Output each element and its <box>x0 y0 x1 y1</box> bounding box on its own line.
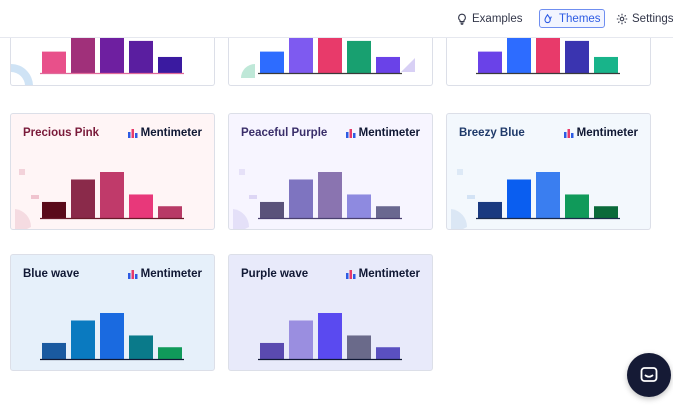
chart-bar <box>318 38 342 74</box>
chart-bar <box>158 347 182 359</box>
theme-card-purple-wave[interactable]: Purple wave Mentimeter <box>228 254 433 371</box>
chart-bar <box>289 38 313 74</box>
decorative-shape <box>11 64 33 85</box>
chart-bar <box>71 179 95 218</box>
theme-preview-chart <box>258 313 402 361</box>
chart-bar <box>42 342 66 359</box>
theme-card-precious-pink[interactable]: Precious Pink Mentimeter <box>10 113 215 230</box>
chart-bar <box>536 38 560 73</box>
chat-icon <box>640 367 658 382</box>
nav-examples-label: Examples <box>472 12 523 25</box>
chart-bar <box>347 40 371 73</box>
chart-bar <box>100 313 124 359</box>
chart-bar <box>376 347 400 359</box>
chart-bar <box>347 335 371 359</box>
theme-card-breezy-blue[interactable]: Breezy Blue Mentimeter <box>446 113 651 230</box>
chart-bar <box>42 51 66 73</box>
decorative-shape <box>451 169 475 229</box>
chart-bar <box>536 172 560 218</box>
theme-card[interactable] <box>446 38 651 86</box>
nav-settings-label: Settings <box>632 12 673 25</box>
drop-icon <box>544 13 552 23</box>
top-navigation: Examples Themes Settings <box>0 0 673 38</box>
chart-bar <box>129 194 153 218</box>
chart-bar <box>507 179 531 218</box>
nav-themes-label: Themes <box>559 12 601 25</box>
chart-bar <box>376 56 400 73</box>
chart-bar <box>129 40 153 73</box>
chart-bar <box>129 335 153 359</box>
chart-bar <box>71 38 95 74</box>
chart-bar <box>594 56 618 73</box>
chart-bar <box>100 172 124 218</box>
nav-examples[interactable]: Examples <box>456 9 523 28</box>
nav-themes[interactable]: Themes <box>539 9 605 28</box>
decorative-shape <box>15 169 39 229</box>
chat-button[interactable] <box>627 353 671 397</box>
decorative-shape <box>401 58 415 72</box>
chart-bar <box>158 206 182 218</box>
chart-bar <box>318 313 342 359</box>
chart-bar <box>260 342 284 359</box>
chart-bar <box>376 206 400 218</box>
lightbulb-icon <box>458 13 466 25</box>
nav-settings[interactable]: Settings <box>616 9 673 28</box>
theme-card-peaceful-purple[interactable]: Peaceful Purple Mentimeter <box>228 113 433 230</box>
chart-bar <box>478 51 502 73</box>
theme-card[interactable] <box>228 38 433 86</box>
decorative-shape <box>241 64 255 78</box>
theme-preview-chart <box>476 38 620 75</box>
chart-bar <box>71 320 95 359</box>
chart-bar <box>594 206 618 218</box>
chart-bar <box>507 38 531 73</box>
chart-bar <box>347 194 371 218</box>
decorative-shape <box>233 169 257 229</box>
chart-bar <box>100 38 124 74</box>
chart-bar <box>565 40 589 73</box>
gear-icon <box>616 13 628 24</box>
chart-bar <box>565 194 589 218</box>
theme-card-blue-wave[interactable]: Blue wave Mentimeter <box>10 254 215 371</box>
theme-preview-chart <box>40 38 184 75</box>
chart-bar <box>158 56 182 73</box>
chart-bar <box>318 172 342 218</box>
chart-bar <box>289 320 313 359</box>
chart-bar <box>289 179 313 218</box>
theme-preview-chart <box>40 313 184 361</box>
theme-card[interactable] <box>10 38 215 86</box>
chart-bar <box>260 51 284 73</box>
